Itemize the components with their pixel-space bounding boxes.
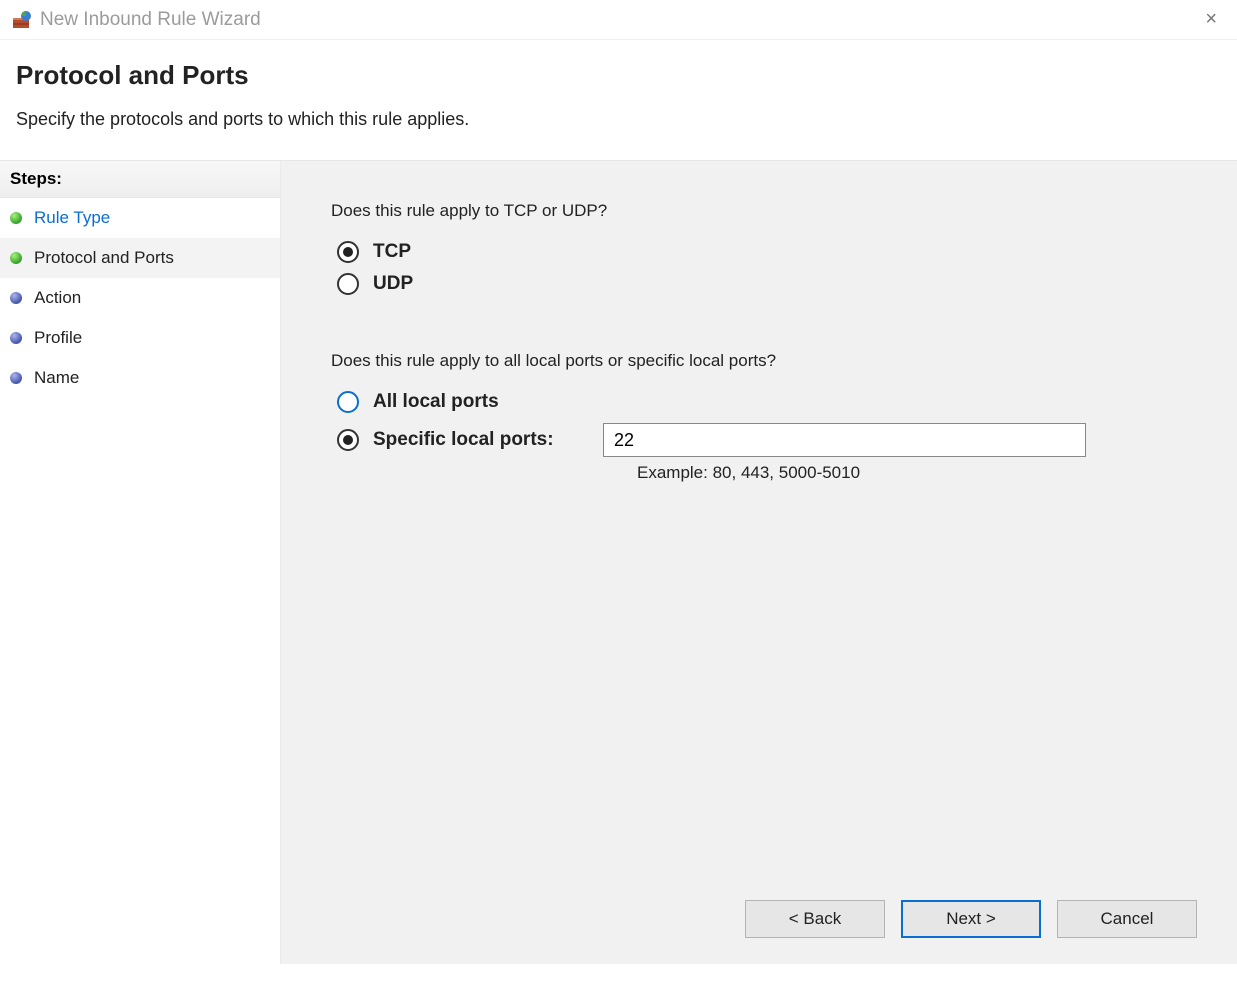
- close-icon[interactable]: ×: [1197, 4, 1225, 35]
- content-pane: Does this rule apply to TCP or UDP? TCP …: [281, 161, 1237, 964]
- next-button[interactable]: Next >: [901, 900, 1041, 938]
- step-label: Protocol and Ports: [34, 248, 174, 268]
- radio-tcp-row[interactable]: TCP: [331, 241, 1187, 263]
- bullet-icon: [10, 252, 22, 264]
- radio-specific-ports-label: Specific local ports:: [373, 429, 554, 451]
- titlebar: New Inbound Rule Wizard ×: [0, 0, 1237, 40]
- radio-udp-label: UDP: [373, 273, 413, 295]
- back-button[interactable]: < Back: [745, 900, 885, 938]
- step-label: Name: [34, 368, 79, 388]
- cancel-button[interactable]: Cancel: [1057, 900, 1197, 938]
- radio-all-ports-label: All local ports: [373, 391, 499, 413]
- step-action[interactable]: Action: [0, 278, 280, 318]
- step-profile[interactable]: Profile: [0, 318, 280, 358]
- radio-tcp-label: TCP: [373, 241, 411, 263]
- protocol-question: Does this rule apply to TCP or UDP?: [331, 201, 1187, 221]
- firewall-app-icon: [12, 10, 32, 30]
- radio-specific-ports-row: Specific local ports:: [331, 423, 1187, 457]
- window-title: New Inbound Rule Wizard: [40, 9, 261, 31]
- step-rule-type[interactable]: Rule Type: [0, 198, 280, 238]
- title-left: New Inbound Rule Wizard: [12, 9, 261, 31]
- step-label: Profile: [34, 328, 82, 348]
- button-bar: < Back Next > Cancel: [745, 900, 1197, 938]
- specific-ports-input[interactable]: [603, 423, 1086, 457]
- steps-sidebar: Steps: Rule Type Protocol and Ports Acti…: [0, 161, 281, 964]
- step-name[interactable]: Name: [0, 358, 280, 398]
- steps-header: Steps:: [0, 161, 280, 198]
- bullet-icon: [10, 292, 22, 304]
- radio-udp-row[interactable]: UDP: [331, 273, 1187, 295]
- radio-tcp[interactable]: [337, 241, 359, 263]
- bullet-icon: [10, 212, 22, 224]
- page-subtitle: Specify the protocols and ports to which…: [16, 109, 1219, 130]
- step-label: Rule Type: [34, 208, 110, 228]
- ports-example-text: Example: 80, 443, 5000-5010: [331, 463, 1187, 483]
- bullet-icon: [10, 372, 22, 384]
- radio-udp[interactable]: [337, 273, 359, 295]
- wizard-body: Steps: Rule Type Protocol and Ports Acti…: [0, 161, 1237, 964]
- step-protocol-and-ports[interactable]: Protocol and Ports: [0, 238, 280, 278]
- page-header: Protocol and Ports Specify the protocols…: [0, 40, 1237, 161]
- radio-specific-ports-select[interactable]: Specific local ports:: [337, 429, 589, 451]
- radio-all-ports[interactable]: [337, 391, 359, 413]
- page-title: Protocol and Ports: [16, 60, 1219, 91]
- ports-question: Does this rule apply to all local ports …: [331, 351, 1187, 371]
- radio-specific-ports[interactable]: [337, 429, 359, 451]
- step-label: Action: [34, 288, 81, 308]
- radio-all-ports-row[interactable]: All local ports: [331, 391, 1187, 413]
- bullet-icon: [10, 332, 22, 344]
